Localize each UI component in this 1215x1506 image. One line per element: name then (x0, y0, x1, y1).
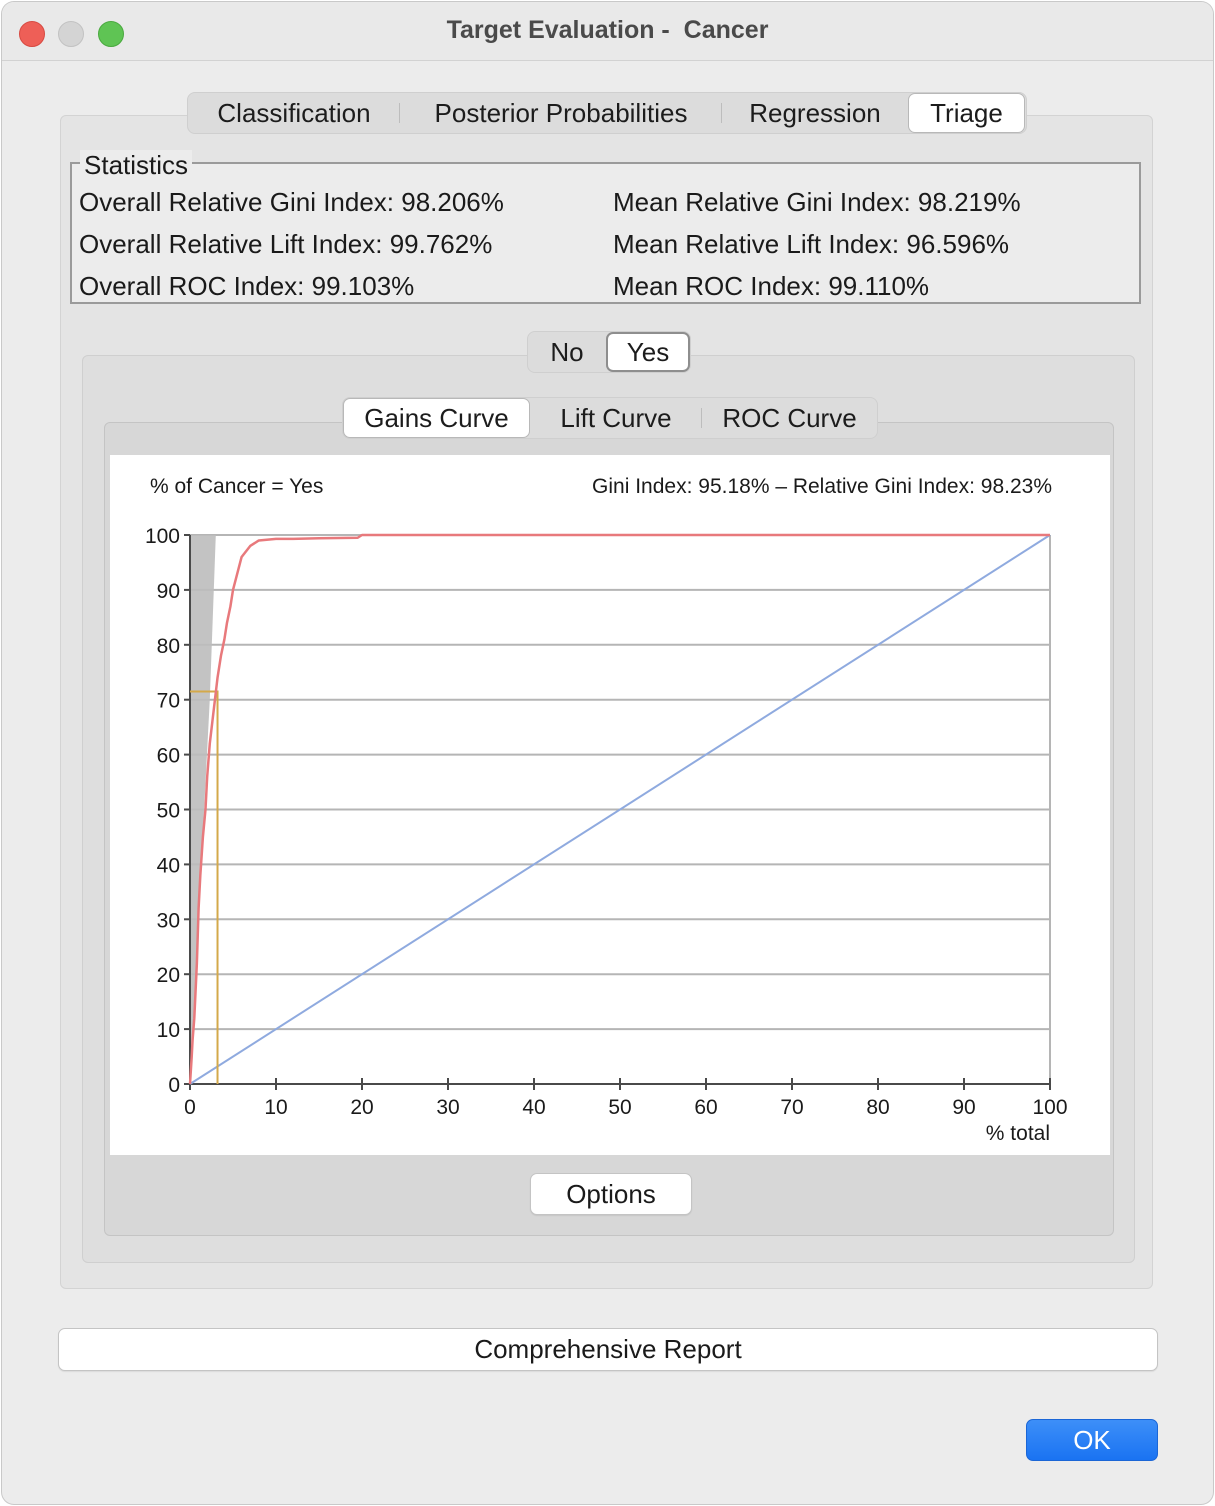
y-tick-label: 0 (168, 1074, 180, 1097)
y-tick-label: 60 (157, 745, 180, 768)
x-tick-label: 50 (608, 1096, 631, 1119)
x-tick-label: 30 (436, 1096, 459, 1119)
tab-classification[interactable]: Classification (188, 93, 400, 133)
y-tick-label: 50 (157, 800, 180, 823)
x-tick-label: 10 (264, 1096, 287, 1119)
x-tick-label: 20 (350, 1096, 373, 1119)
class-option-yes[interactable]: Yes (606, 332, 690, 372)
class-option-no[interactable]: No (528, 332, 606, 372)
mean-relative-gini-index: Mean Relative Gini Index: 98.219% (613, 187, 1021, 217)
main-tab-bar: Classification Posterior Probabilities R… (187, 92, 1027, 134)
comprehensive-report-button[interactable]: Comprehensive Report (58, 1328, 1158, 1371)
tab-posterior-probabilities[interactable]: Posterior Probabilities (400, 93, 722, 133)
options-button[interactable]: Options (530, 1173, 692, 1215)
tab-triage[interactable]: Triage (908, 93, 1025, 133)
y-tick-label: 70 (157, 690, 180, 713)
curve-tab-bar: Gains Curve Lift Curve ROC Curve (342, 397, 878, 439)
x-tick-label: 0 (184, 1096, 196, 1119)
y-tick-label: 80 (157, 635, 180, 658)
x-tick-label: 70 (780, 1096, 803, 1119)
x-tick-label: 80 (866, 1096, 889, 1119)
overall-relative-gini-index: Overall Relative Gini Index: 98.206% (79, 187, 504, 217)
mean-relative-lift-index: Mean Relative Lift Index: 96.596% (613, 229, 1010, 259)
title-bar: Target Evaluation - Cancer (2, 2, 1213, 61)
overall-relative-lift-index: Overall Relative Lift Index: 99.762% (79, 229, 493, 259)
x-axis-label: % total (986, 1122, 1050, 1145)
tab-lift-curve[interactable]: Lift Curve (530, 398, 702, 438)
y-tick-label: 40 (157, 854, 180, 877)
window-title: Target Evaluation - Cancer (446, 16, 769, 44)
y-tick-label: 30 (157, 909, 180, 932)
tab-gains-curve[interactable]: Gains Curve (343, 398, 530, 438)
x-tick-label: 90 (952, 1096, 975, 1119)
y-tick-label: 90 (157, 580, 180, 603)
class-toggle: No Yes (527, 331, 691, 373)
ok-button[interactable]: OK (1026, 1419, 1158, 1461)
y-tick-label: 20 (157, 964, 180, 987)
mean-roc-index: Mean ROC Index: 99.110% (613, 271, 930, 301)
gains-chart: % of Cancer = Yes Gini Index: 95.18% – R… (110, 455, 1110, 1155)
overall-roc-index: Overall ROC Index: 99.103% (79, 271, 415, 301)
x-tick-label: 40 (522, 1096, 545, 1119)
statistics-group-title: Statistics (80, 150, 193, 181)
y-tick-label: 100 (145, 525, 180, 548)
x-tick-label: 60 (694, 1096, 717, 1119)
tab-regression[interactable]: Regression (722, 93, 908, 133)
gains-chart-svg: 0 10 20 30 40 50 60 70 80 90 100 0 10 20 30 40 50 60 70 80 9… (145, 525, 1068, 1145)
tab-roc-curve[interactable]: ROC Curve (702, 398, 877, 438)
x-tick-label: 100 (1032, 1096, 1067, 1119)
y-tick-label: 10 (157, 1019, 180, 1042)
